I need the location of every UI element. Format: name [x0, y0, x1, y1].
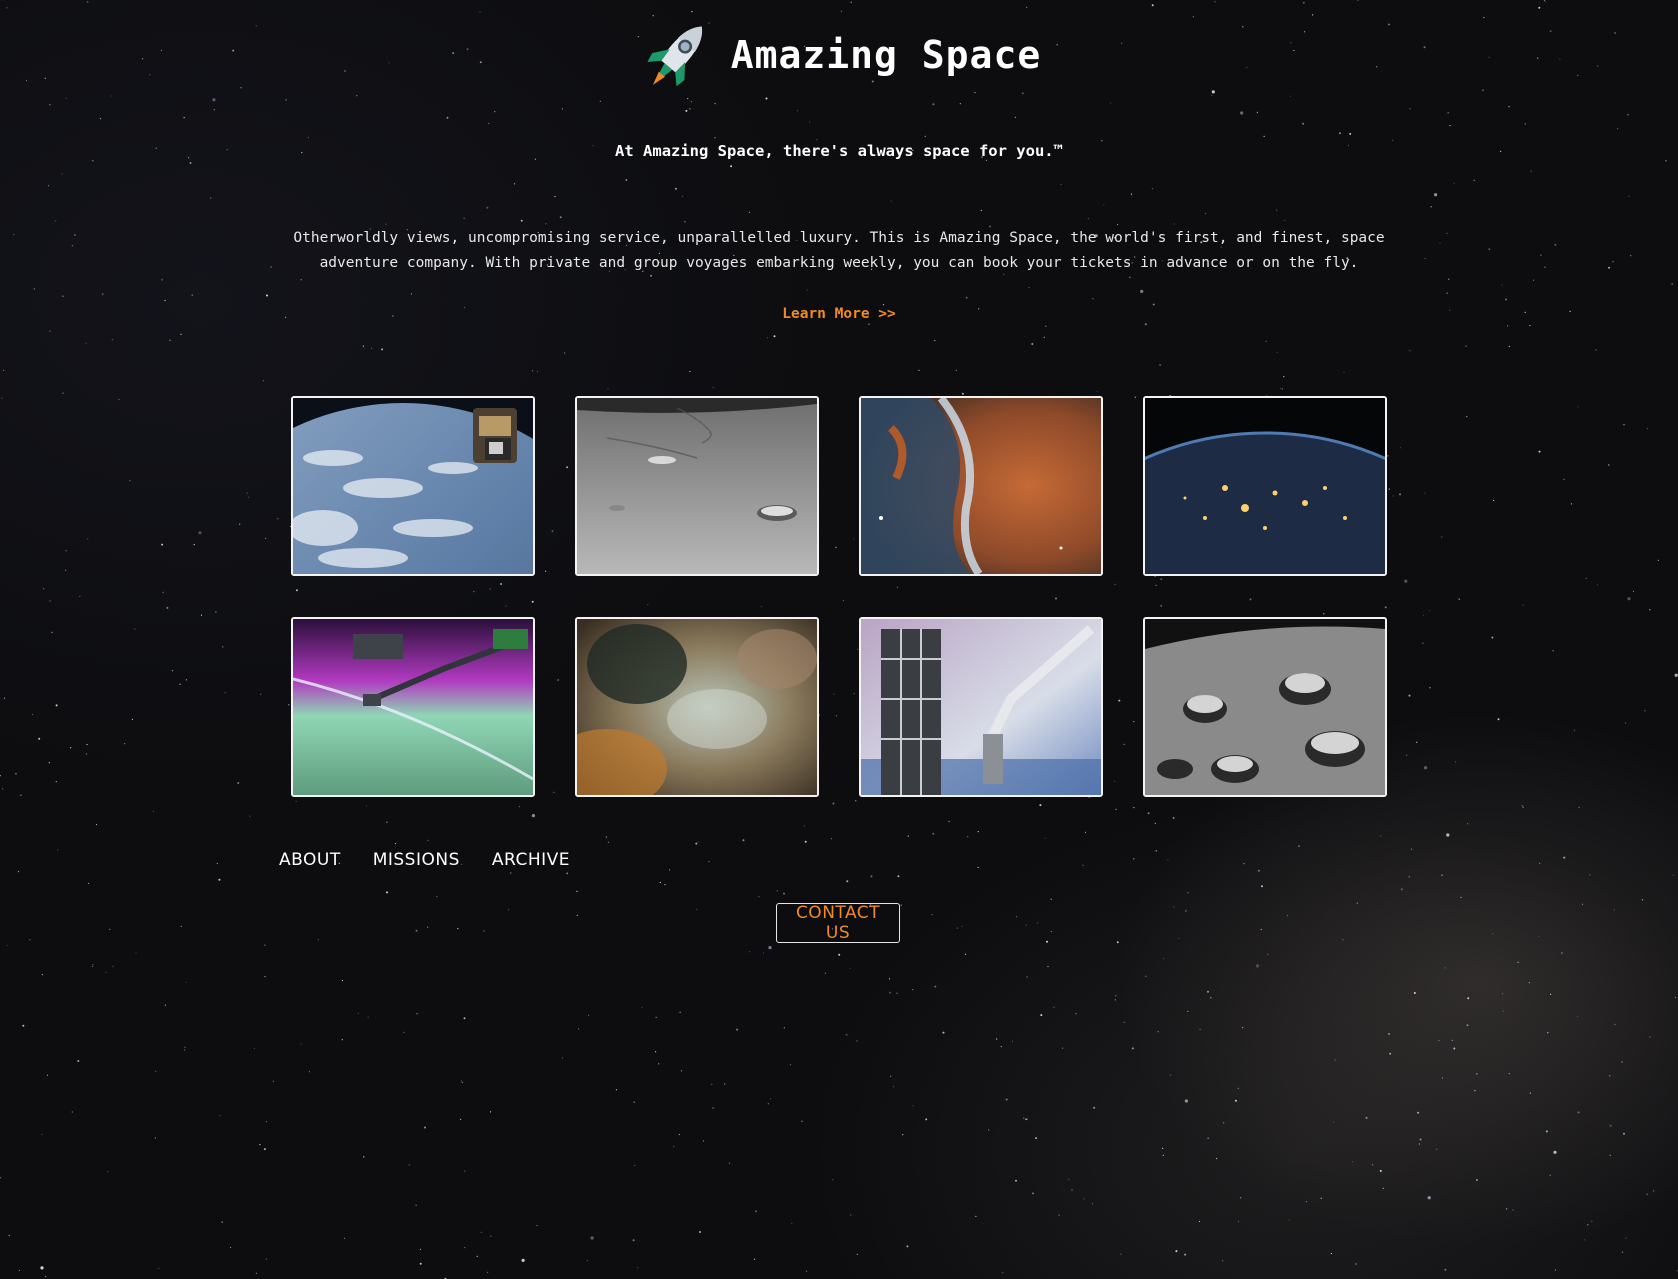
gallery-image-nebula-dust[interactable]: [575, 617, 819, 797]
tagline: At Amazing Space, there's always space f…: [615, 142, 1063, 160]
learn-more-container: Learn More >>: [0, 303, 1678, 322]
gallery-image-hubble-telescope[interactable]: [859, 617, 1103, 797]
intro-paragraph: Otherworldly views, uncompromising servi…: [293, 230, 1385, 271]
site-title: Amazing Space: [730, 33, 1042, 77]
footer-nav: ABOUT MISSIONS ARCHIVE: [279, 850, 570, 870]
rocket-icon: [647, 26, 702, 87]
gallery-image-earth-from-station[interactable]: [291, 396, 535, 576]
gallery-image-nebula-orange-blue[interactable]: [859, 396, 1103, 576]
nav-item-archive[interactable]: ARCHIVE: [492, 850, 570, 870]
site-header: Amazing Space: [0, 14, 1678, 96]
gallery-image-lunar-craters[interactable]: [1143, 617, 1387, 797]
gallery-image-aurora-robotic-arm[interactable]: [291, 617, 535, 797]
gallery-image-earth-night-lights[interactable]: [1143, 396, 1387, 576]
nav-item-about[interactable]: ABOUT: [279, 850, 341, 870]
learn-more-link[interactable]: Learn More >>: [782, 306, 896, 322]
photo-gallery: [291, 396, 1387, 797]
gallery-image-lunar-surface[interactable]: [575, 396, 819, 576]
nav-item-missions[interactable]: MISSIONS: [373, 850, 460, 870]
contact-us-button[interactable]: CONTACT US: [776, 903, 900, 943]
